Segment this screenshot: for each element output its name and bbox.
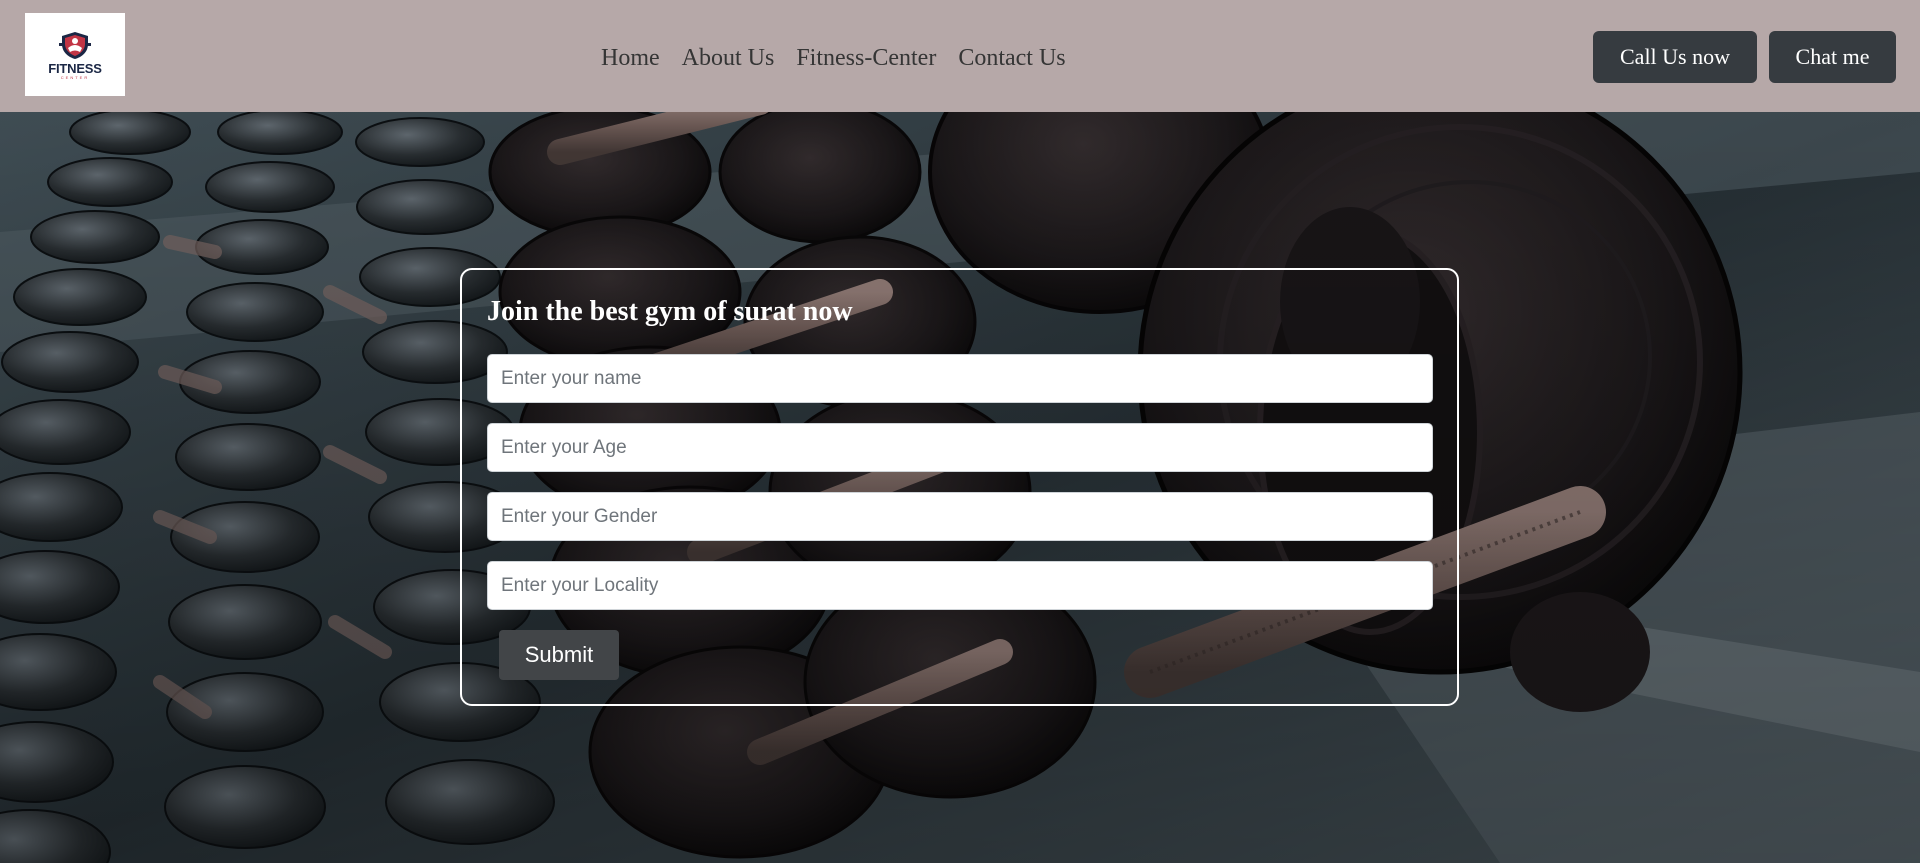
- gender-input[interactable]: [487, 492, 1433, 541]
- locality-input[interactable]: [487, 561, 1433, 610]
- nav-about-link[interactable]: About Us: [682, 45, 775, 72]
- name-input[interactable]: [487, 354, 1433, 403]
- nav-home-link[interactable]: Home: [601, 45, 660, 72]
- nav-contact-link[interactable]: Contact Us: [958, 45, 1065, 72]
- form-title: Join the best gym of surat now: [487, 296, 853, 327]
- join-form: Join the best gym of surat now Submit: [460, 268, 1459, 706]
- logo-wordmark: FITNESS: [48, 60, 102, 76]
- navbar: FITNESS CENTER Home About Us Fitness-Cen…: [0, 0, 1920, 112]
- call-us-button[interactable]: Call Us now: [1593, 31, 1757, 83]
- main-nav: Home About Us Fitness-Center Contact Us: [590, 38, 1077, 78]
- age-input[interactable]: [487, 423, 1433, 472]
- site-logo[interactable]: FITNESS CENTER: [25, 13, 125, 96]
- nav-fitness-center-link[interactable]: Fitness-Center: [796, 45, 936, 72]
- hero-section: Join the best gym of surat now Submit: [0, 112, 1920, 863]
- submit-button[interactable]: Submit: [499, 630, 619, 680]
- fitness-emblem-icon: [59, 31, 91, 59]
- chat-button[interactable]: Chat me: [1769, 31, 1896, 83]
- logo-subtext: CENTER: [60, 74, 90, 80]
